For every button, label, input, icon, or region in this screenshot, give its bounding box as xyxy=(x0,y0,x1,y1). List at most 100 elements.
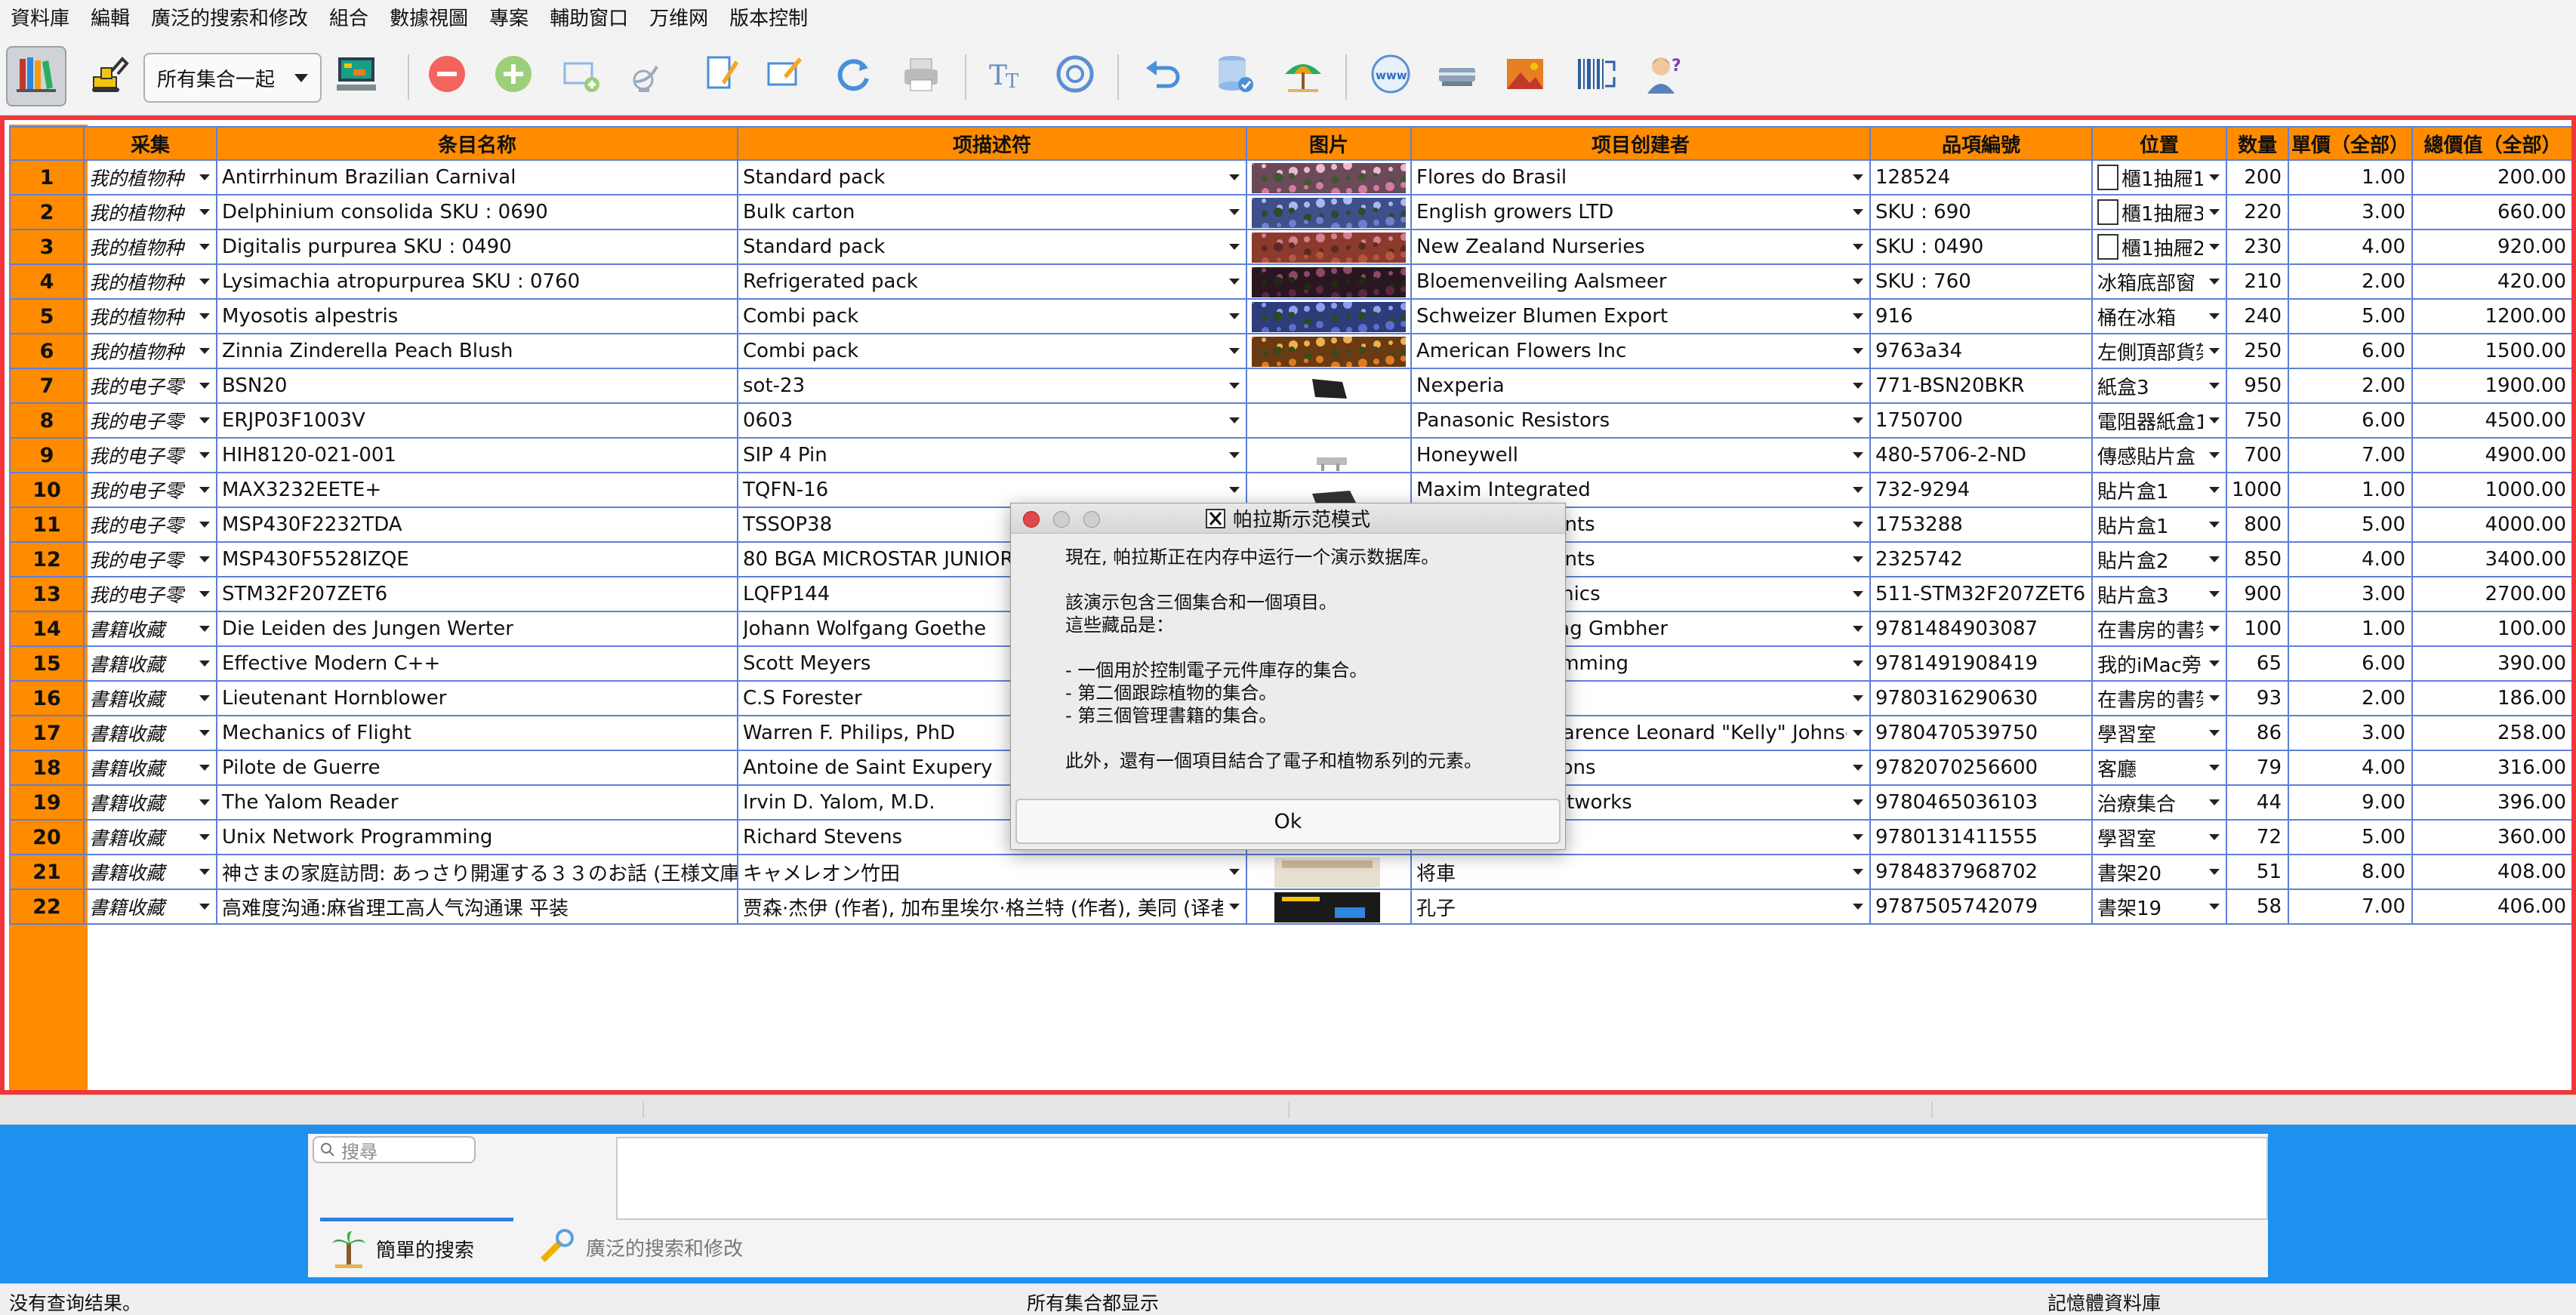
text-size-button[interactable]: TT xyxy=(978,46,1039,106)
column-header[interactable]: 位置 xyxy=(2091,126,2227,161)
creator-cell[interactable]: Flores do Brasil xyxy=(1410,159,1871,196)
image-cell[interactable] xyxy=(1246,888,1412,925)
total-value-cell[interactable]: 920.00 xyxy=(2411,229,2571,265)
location-cell[interactable]: 傳感貼片盒 xyxy=(2091,437,2227,473)
item-code-cell[interactable]: 732-9294 xyxy=(1869,472,2093,508)
chevron-down-icon[interactable] xyxy=(2203,648,2225,679)
quantity-cell[interactable]: 850 xyxy=(2226,541,2289,577)
chevron-down-icon[interactable] xyxy=(2203,196,2225,228)
item-code-cell[interactable]: 916 xyxy=(1869,298,2093,334)
item-code-cell[interactable]: 9780470539750 xyxy=(1869,715,2093,751)
maximize-window-button[interactable] xyxy=(1083,511,1100,528)
unit-price-cell[interactable]: 3.00 xyxy=(2288,576,2413,612)
tab-simple-search[interactable]: 簡單的搜索 xyxy=(320,1218,513,1277)
chevron-down-icon[interactable] xyxy=(2203,405,2225,436)
location-cell[interactable]: 貼片盒3 xyxy=(2091,576,2227,612)
item-code-cell[interactable]: 9781491908419 xyxy=(1869,645,2093,682)
collection-cell[interactable]: 我的电子零 xyxy=(83,541,217,577)
barcode-button[interactable] xyxy=(1566,46,1626,106)
image-cell[interactable] xyxy=(1246,402,1412,439)
creator-cell[interactable]: New Zealand Nurseries xyxy=(1410,229,1871,265)
quantity-cell[interactable]: 700 xyxy=(2226,437,2289,473)
search-results-area[interactable] xyxy=(616,1137,2268,1220)
quantity-cell[interactable]: 58 xyxy=(2226,888,2289,925)
chevron-down-icon[interactable] xyxy=(193,335,215,367)
chevron-down-icon[interactable] xyxy=(2203,682,2225,714)
table-row[interactable]: 4 我的植物种 Lysimachia atropurpurea SKU : 0760… xyxy=(9,263,2571,300)
unit-price-cell[interactable]: 1.00 xyxy=(2288,611,2413,647)
ok-button[interactable]: Ok xyxy=(1015,799,1561,844)
total-value-cell[interactable]: 1500.00 xyxy=(2411,333,2571,369)
total-value-cell[interactable]: 396.00 xyxy=(2411,784,2571,821)
chevron-down-icon[interactable] xyxy=(2203,717,2225,749)
collection-select[interactable]: 所有集合一起 xyxy=(143,53,322,103)
image-cell[interactable] xyxy=(1246,368,1412,404)
chevron-down-icon[interactable] xyxy=(193,474,215,506)
creator-cell[interactable]: Panasonic Resistors xyxy=(1410,402,1871,439)
unit-price-cell[interactable]: 5.00 xyxy=(2288,507,2413,543)
item-descriptor-cell[interactable]: Combi pack xyxy=(737,333,1247,369)
chevron-down-icon[interactable] xyxy=(193,717,215,749)
chevron-down-icon[interactable] xyxy=(1223,162,1245,193)
item-code-cell[interactable]: 9781484903087 xyxy=(1869,611,2093,647)
chevron-down-icon[interactable] xyxy=(2203,370,2225,402)
chevron-down-icon[interactable] xyxy=(1847,266,1869,297)
unit-price-cell[interactable]: 4.00 xyxy=(2288,750,2413,786)
chevron-down-icon[interactable] xyxy=(1847,613,1869,645)
item-name-cell[interactable]: Myosotis alpestris xyxy=(216,298,738,334)
chevron-down-icon[interactable] xyxy=(1223,891,1245,922)
chevron-down-icon[interactable] xyxy=(2203,474,2225,506)
total-value-cell[interactable]: 200.00 xyxy=(2411,159,2571,196)
item-code-cell[interactable]: 2325742 xyxy=(1869,541,2093,577)
location-cell[interactable]: 電阻器紙盒1 xyxy=(2091,402,2227,439)
excavator-button[interactable] xyxy=(79,46,139,106)
chevron-down-icon[interactable] xyxy=(1223,439,1245,471)
location-cell[interactable]: 冰箱底部窗 xyxy=(2091,263,2227,300)
chevron-down-icon[interactable] xyxy=(2203,891,2225,922)
item-code-cell[interactable]: 1753288 xyxy=(1869,507,2093,543)
creator-cell[interactable]: 将車 xyxy=(1410,854,1871,890)
add-group-button[interactable] xyxy=(551,46,612,106)
chevron-down-icon[interactable] xyxy=(1847,752,1869,784)
image-cell[interactable] xyxy=(1246,194,1412,230)
chevron-down-icon[interactable] xyxy=(193,231,215,263)
item-descriptor-cell[interactable]: Bulk carton xyxy=(737,194,1247,230)
chevron-down-icon[interactable] xyxy=(193,370,215,402)
close-window-button[interactable] xyxy=(1023,511,1040,528)
total-value-cell[interactable]: 420.00 xyxy=(2411,263,2571,300)
location-cell[interactable]: 紙盒3 xyxy=(2091,368,2227,404)
location-cell[interactable]: 櫃1抽屜3 xyxy=(2091,194,2227,230)
location-cell[interactable]: 在書房的書架 xyxy=(2091,680,2227,716)
item-code-cell[interactable]: 9784837968702 xyxy=(1869,854,2093,890)
total-value-cell[interactable]: 316.00 xyxy=(2411,750,2571,786)
unit-price-cell[interactable]: 9.00 xyxy=(2288,784,2413,821)
chevron-down-icon[interactable] xyxy=(193,787,215,818)
menu-item[interactable]: 万维网 xyxy=(639,0,719,38)
column-header[interactable]: 總價值（全部） xyxy=(2411,126,2571,161)
multi-edit-button[interactable] xyxy=(755,46,815,106)
table-row[interactable]: 21 書籍收藏 神さまの家庭訪問: あっさり開運する３３のお話 (王様文庫) キャメレ… xyxy=(9,854,2571,890)
chevron-down-icon[interactable] xyxy=(1847,717,1869,749)
scanner-button[interactable] xyxy=(1427,46,1487,106)
image-cell[interactable] xyxy=(1246,229,1412,265)
total-value-cell[interactable]: 1000.00 xyxy=(2411,472,2571,508)
collection-cell[interactable]: 書籍收藏 xyxy=(83,680,217,716)
chevron-down-icon[interactable] xyxy=(193,196,215,228)
chevron-down-icon[interactable] xyxy=(1223,856,1245,888)
creator-cell[interactable]: Schweizer Blumen Export xyxy=(1410,298,1871,334)
add-button[interactable] xyxy=(483,46,544,106)
item-name-cell[interactable]: Zinnia Zinderella Peach Blush xyxy=(216,333,738,369)
location-cell[interactable]: 書架19 xyxy=(2091,888,2227,925)
chevron-down-icon[interactable] xyxy=(1223,335,1245,367)
chevron-down-icon[interactable] xyxy=(2203,752,2225,784)
image-cell[interactable] xyxy=(1246,263,1412,300)
chevron-down-icon[interactable] xyxy=(193,682,215,714)
chevron-down-icon[interactable] xyxy=(1223,196,1245,228)
column-header[interactable]: 项描述符 xyxy=(737,126,1247,161)
column-header[interactable]: 图片 xyxy=(1246,126,1412,161)
chevron-down-icon[interactable] xyxy=(1847,648,1869,679)
quantity-cell[interactable]: 250 xyxy=(2226,333,2289,369)
item-name-cell[interactable]: Pilote de Guerre xyxy=(216,750,738,786)
chevron-down-icon[interactable] xyxy=(1847,474,1869,506)
collection-cell[interactable]: 我的电子零 xyxy=(83,368,217,404)
